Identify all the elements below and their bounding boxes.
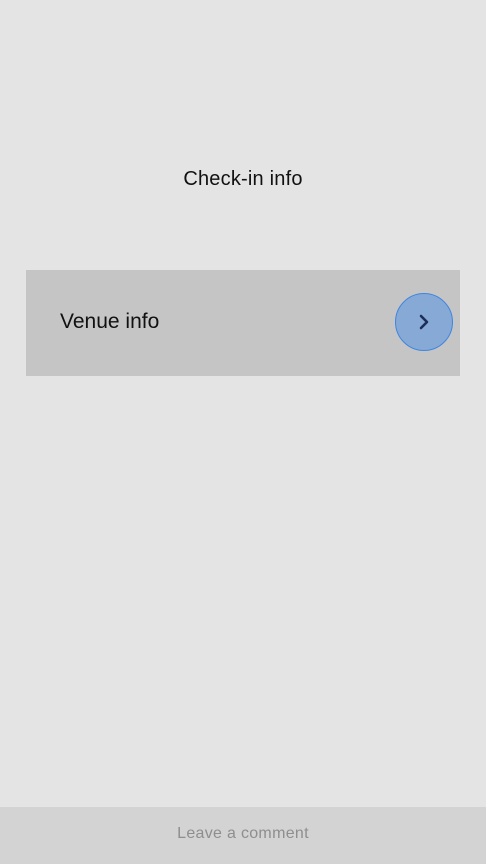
venue-info-open-button[interactable] [395,293,453,351]
chevron-right-icon [419,314,429,330]
page-title: Check-in info [183,168,303,190]
leave-comment-bar[interactable]: Leave a comment [0,807,486,864]
venue-info-row[interactable]: Venue info [26,270,460,376]
venue-info-label: Venue info [60,310,160,333]
leave-comment-label: Leave a comment [177,825,309,842]
